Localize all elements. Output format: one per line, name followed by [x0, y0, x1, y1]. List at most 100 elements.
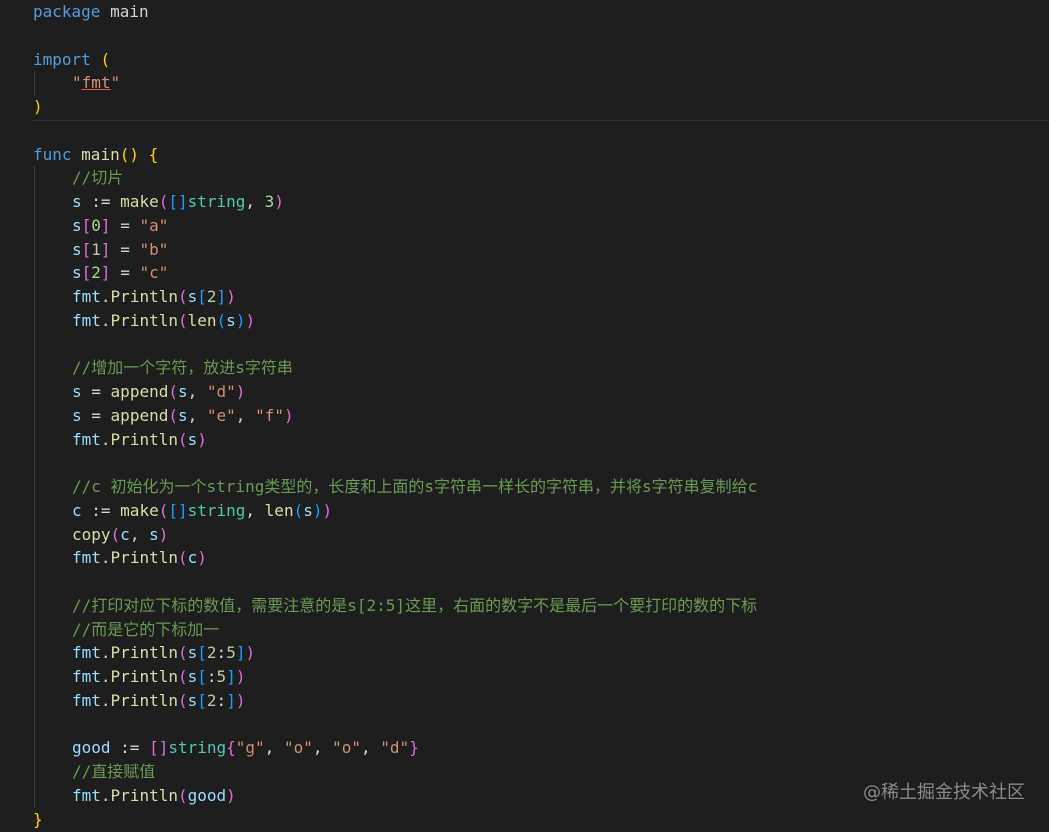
code-token: s — [149, 524, 159, 544]
code-token: ] — [216, 287, 227, 306]
code-token: ] — [100, 215, 111, 235]
code-token: "o" — [332, 738, 362, 758]
code-token: [ — [197, 643, 207, 663]
code-token: : — [206, 667, 217, 686]
code-token: "g" — [235, 738, 265, 758]
indent-guide — [34, 593, 35, 618]
code-token: s — [72, 239, 82, 259]
code-text: s[2] = "c" — [72, 261, 168, 285]
code-token: { — [148, 144, 159, 164]
indent-guide — [34, 332, 35, 357]
code-text: fmt.Println(good) — [72, 784, 236, 808]
code-token: ( — [216, 310, 227, 330]
code-token: s — [187, 690, 198, 710]
code-token: s — [187, 287, 198, 306]
code-token: make — [120, 500, 159, 520]
code-token: Println — [110, 643, 178, 663]
indent-guide — [34, 641, 35, 666]
code-token: , — [245, 500, 265, 520]
code-token: Println — [110, 310, 178, 330]
code-token: ) — [226, 785, 236, 805]
code-token: , — [312, 738, 333, 758]
code-text: copy(c, s) — [72, 523, 168, 547]
code-token: ] — [226, 667, 236, 686]
code-token: = — [81, 405, 111, 425]
code-text: //直接赋值 — [72, 760, 155, 784]
code-token: ) — [283, 405, 294, 425]
code-token: 1 — [91, 239, 101, 259]
code-token: fmt — [72, 310, 101, 330]
code-token: 0 — [91, 215, 101, 235]
code-token: fmt — [72, 429, 101, 449]
code-token: fmt — [72, 287, 101, 306]
code-text: s = append(s, "d") — [72, 380, 245, 404]
indent-guide — [34, 736, 35, 761]
code-token: " — [72, 73, 82, 93]
code-token: 5 — [226, 643, 236, 663]
code-token: [ — [197, 667, 207, 686]
code-text: s[0] = "a" — [72, 214, 168, 238]
indent-guide — [34, 760, 35, 784]
code-token: c — [187, 548, 198, 568]
code-token: s — [72, 192, 82, 211]
indent-guide — [34, 522, 35, 547]
indent-guide — [34, 308, 35, 333]
indent-guide — [34, 475, 35, 499]
code-token: Println — [110, 667, 178, 686]
code-token: ) — [274, 192, 284, 211]
code-token: ) — [235, 310, 246, 330]
code-text: func main() { — [33, 143, 158, 167]
code-token: ) — [226, 287, 236, 306]
code-text: fmt.Println(len(s)) — [72, 309, 255, 333]
code-text: ) — [33, 95, 43, 119]
code-token: ( — [100, 49, 111, 69]
code-token: ( — [158, 500, 169, 520]
code-token: () — [119, 144, 139, 164]
code-token: Println — [110, 429, 178, 449]
code-text: //c 初始化为一个string类型的，长度和上面的s字符串一样长的字符串，并将… — [72, 475, 757, 499]
code-token: [] — [168, 192, 188, 211]
code-token: good — [72, 738, 111, 758]
code-text: fmt.Println(s[2:5]) — [72, 641, 255, 665]
code-text: fmt.Println(s[2]) — [72, 285, 236, 309]
code-token: string — [168, 738, 227, 758]
code-token: copy — [72, 524, 111, 544]
code-token: Println — [110, 690, 178, 710]
code-token: append — [110, 405, 169, 425]
code-token: . — [100, 667, 111, 686]
code-token: , — [187, 405, 207, 425]
indent-guide — [34, 380, 35, 404]
indent-guide — [34, 190, 35, 214]
indent-guide — [34, 688, 35, 713]
code-token: = — [110, 239, 140, 259]
code-text: //切片 — [72, 166, 123, 190]
code-token: [ — [197, 690, 207, 710]
code-token: ] — [226, 690, 236, 710]
code-token: Println — [110, 548, 178, 568]
code-token: ( — [158, 192, 169, 211]
code-editor[interactable]: package main import ("fmt") func main() {/… — [0, 0, 1049, 829]
code-token: [ — [81, 215, 92, 235]
code-token: ) — [312, 500, 323, 520]
code-token: . — [100, 429, 111, 449]
code-token: " — [110, 73, 121, 93]
code-token: ) — [235, 667, 246, 686]
code-token: 2 — [206, 643, 217, 663]
code-token: package — [33, 2, 101, 21]
code-token: ( — [177, 643, 188, 663]
indent-guide — [34, 356, 35, 381]
code-token: := — [110, 738, 150, 758]
code-token: s — [177, 382, 188, 401]
code-token: fmt — [72, 667, 101, 686]
code-token: //切片 — [72, 168, 124, 188]
code-text: fmt.Println(s[2:]) — [72, 689, 245, 713]
code-text: c := make([]string, len(s)) — [72, 499, 332, 523]
code-token: string — [187, 192, 246, 211]
code-token: main — [81, 144, 120, 164]
code-token: s — [72, 215, 82, 235]
code-token: "d" — [206, 382, 236, 401]
code-token: , — [235, 405, 256, 425]
code-token: : — [216, 690, 227, 710]
